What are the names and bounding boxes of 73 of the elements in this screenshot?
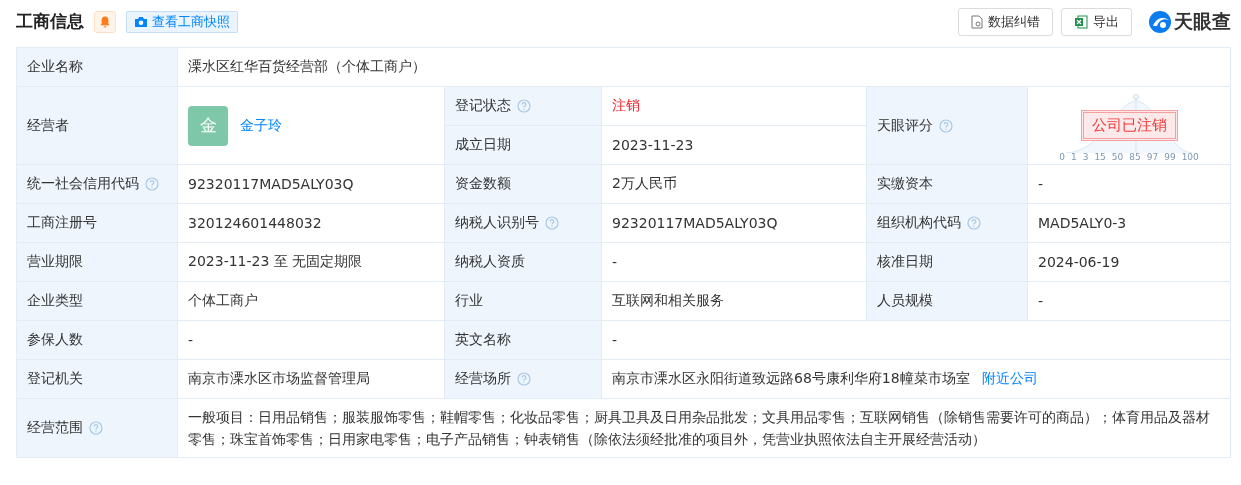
field-value: - bbox=[612, 332, 618, 348]
field-label: 经营者 bbox=[27, 116, 69, 135]
field-label: 纳税人识别号 bbox=[455, 214, 539, 232]
document-icon bbox=[971, 14, 983, 29]
field-value: MAD5ALY0-3 bbox=[1038, 215, 1127, 231]
field-label: 企业名称 bbox=[27, 58, 83, 76]
field-label: 天眼评分 bbox=[877, 116, 933, 135]
scale-tick: 50 bbox=[1111, 152, 1124, 162]
field-value: - bbox=[612, 254, 618, 270]
field-label: 行业 bbox=[455, 292, 483, 310]
scale-tick: 0 bbox=[1059, 152, 1065, 162]
scale-tick: 1 bbox=[1070, 152, 1077, 162]
section-title: 工商信息 bbox=[16, 10, 84, 33]
field-value: 2万人民币 bbox=[612, 175, 677, 193]
field-label: 经营范围 bbox=[27, 419, 83, 437]
field-value: 个体工商户 bbox=[188, 292, 258, 310]
field-label: 核准日期 bbox=[877, 253, 933, 271]
scale-tick: 3 bbox=[1082, 152, 1089, 162]
logo-text: 天眼查 bbox=[1174, 8, 1231, 34]
deregistered-stamp: 公司已注销 bbox=[1080, 110, 1178, 141]
scale-tick: 97 bbox=[1146, 152, 1159, 162]
field-label: 纳税人资质 bbox=[455, 253, 525, 271]
field-label: 营业期限 bbox=[27, 253, 83, 271]
field-value: - bbox=[1038, 293, 1044, 309]
field-value: 320124601448032 bbox=[188, 215, 322, 231]
snapshot-button[interactable]: 查看工商快照 bbox=[126, 10, 238, 33]
scale-tick: 15 bbox=[1094, 152, 1106, 162]
logo-icon bbox=[1148, 9, 1172, 34]
bell-badge[interactable] bbox=[94, 10, 116, 33]
field-label: 组织机构代码 bbox=[877, 214, 961, 232]
help-icon[interactable] bbox=[967, 216, 981, 230]
business-scope: 一般项目：日用品销售；服装服饰零售；鞋帽零售；化妆品零售；厨具卫具及日用杂品批发；文具用品零售；互联网销售（除销售需要许可的商品）；体育用品及器材零售；珠宝首饰零售；日用家电零售；电子产品销售；钟表销售（除依法须经批准的项目外，凭营业执照依法自主开展经营活动） bbox=[188, 408, 1211, 449]
field-label: 登记机关 bbox=[27, 370, 83, 388]
field-value: 南京市溧水区永阳街道致远路68号康利华府18幢菜市场室 bbox=[612, 370, 970, 388]
field-value: 2023-11-23 bbox=[612, 137, 694, 153]
field-label: 经营场所 bbox=[455, 370, 511, 388]
field-label: 英文名称 bbox=[455, 331, 511, 349]
field-label: 人员规模 bbox=[877, 292, 933, 310]
help-icon[interactable] bbox=[145, 177, 159, 191]
field-label: 统一社会信用代码 bbox=[27, 175, 139, 193]
status-value: 注销 bbox=[612, 97, 640, 115]
field-value: 互联网和相关服务 bbox=[612, 292, 724, 310]
help-icon[interactable] bbox=[545, 216, 559, 230]
field-value: 92320117MAD5ALY03Q bbox=[612, 215, 778, 231]
field-label: 实缴资本 bbox=[877, 175, 933, 193]
bell-icon bbox=[100, 15, 110, 28]
field-label: 登记状态 bbox=[455, 97, 511, 115]
field-label: 工商注册号 bbox=[27, 214, 97, 232]
company-name: 溧水区红华百货经营部（个体工商户） bbox=[188, 58, 426, 76]
correction-button[interactable]: 数据纠错 bbox=[958, 7, 1053, 36]
field-label: 参保人数 bbox=[27, 331, 83, 349]
spreadsheet-icon bbox=[1074, 14, 1088, 29]
scale-tick: 85 bbox=[1129, 152, 1141, 162]
scale-tick: 100 bbox=[1181, 152, 1199, 162]
field-value: 南京市溧水区市场监督管理局 bbox=[188, 370, 370, 388]
help-icon[interactable] bbox=[517, 372, 531, 386]
nearby-link[interactable]: 附近公司 bbox=[981, 370, 1038, 388]
export-button[interactable]: 导出 bbox=[1061, 7, 1132, 36]
field-label: 成立日期 bbox=[455, 136, 511, 154]
avatar: 金 bbox=[188, 105, 228, 146]
field-value: - bbox=[188, 332, 194, 348]
field-value: 92320117MAD5ALY03Q bbox=[188, 176, 354, 192]
operator-link[interactable]: 金子玲 bbox=[240, 116, 282, 135]
field-value: 2023-11-23 至 无固定期限 bbox=[188, 253, 363, 271]
help-icon[interactable] bbox=[517, 99, 531, 113]
field-value: - bbox=[1038, 176, 1044, 192]
camera-icon bbox=[134, 15, 148, 28]
field-label: 资金数额 bbox=[455, 175, 511, 193]
help-icon[interactable] bbox=[939, 118, 953, 133]
help-icon[interactable] bbox=[89, 421, 103, 435]
field-value: 2024-06-19 bbox=[1038, 254, 1120, 270]
scale-tick: 99 bbox=[1164, 152, 1176, 162]
field-label: 企业类型 bbox=[27, 292, 83, 310]
